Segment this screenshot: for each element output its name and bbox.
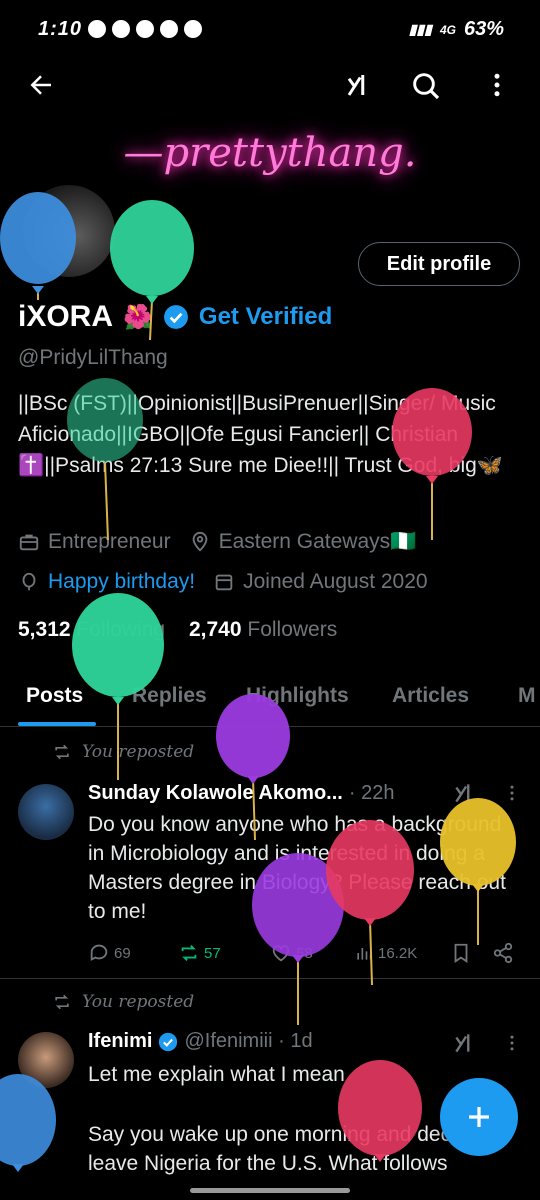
post-author-avatar[interactable]	[18, 784, 74, 840]
grok-icon[interactable]	[452, 1030, 478, 1056]
status-right: ▮▮▮ 4G 63%	[409, 18, 504, 41]
tab-more[interactable]: M	[518, 684, 536, 708]
get-verified-link[interactable]: Get Verified	[199, 303, 332, 331]
followers-count: 2,740	[188, 618, 242, 641]
profile-stats: 5,312 Following 2,740 Followers	[18, 618, 337, 642]
profile-meta-row-1: Entrepreneur Eastern Gateways🇳🇬	[18, 530, 416, 554]
more-options-icon[interactable]	[482, 70, 512, 100]
birthday-balloons-overlay	[0, 192, 516, 1172]
search-icon[interactable]	[410, 70, 442, 102]
birthday-link[interactable]: Happy birthday!	[48, 570, 195, 594]
repost-icon	[55, 994, 69, 1010]
profile-name-row: iXORA 🌺 Get Verified	[18, 300, 332, 334]
post-author-name[interactable]: Ifenimi	[88, 1030, 152, 1053]
tab-posts[interactable]: Posts	[26, 684, 83, 708]
followers-label: Followers	[247, 618, 338, 641]
snapchat-icon	[112, 20, 130, 38]
like-count: 58	[296, 944, 313, 962]
tab-highlights[interactable]: Highlights	[246, 684, 349, 708]
post-handle-timestamp: @Ifenimiii · 1d	[184, 1030, 313, 1052]
profile-location: Eastern Gateways🇳🇬	[218, 530, 417, 553]
notification-icons	[88, 20, 202, 38]
views-button[interactable]: 16.2K	[354, 943, 417, 963]
reply-count: 69	[114, 944, 131, 962]
like-button[interactable]: 58	[270, 942, 313, 964]
battery-level: 63%	[463, 18, 504, 40]
profile-meta-row-2: Happy birthday! Joined August 2020	[18, 570, 428, 594]
profile-name: iXORA	[18, 300, 114, 333]
post-text: Do you know anyone who has a background …	[88, 813, 506, 923]
post-text-line-1: Let me explain what I mean	[88, 1063, 345, 1086]
post-author-avatar[interactable]	[18, 1032, 74, 1088]
following-count: 5,312	[18, 618, 71, 641]
network-type: 4G	[439, 22, 456, 37]
profile-tabs: Posts Replies Highlights Articles M	[0, 670, 540, 727]
location-icon	[192, 531, 207, 552]
profile-joined: Joined August 2020	[243, 570, 428, 593]
compose-post-button[interactable]	[440, 1078, 518, 1156]
profile-banner-text: —prettythang.	[123, 130, 417, 176]
balloon-icon	[22, 572, 36, 591]
profile-topbar	[0, 60, 540, 110]
post-more-icon[interactable]	[502, 1032, 522, 1054]
tab-articles[interactable]: Articles	[392, 684, 469, 708]
bookmark-icon[interactable]	[450, 942, 472, 964]
following-label: Following	[76, 618, 166, 641]
repost-label: You reposted	[82, 992, 195, 1012]
briefcase-icon	[19, 534, 39, 551]
post-more-icon[interactable]	[502, 782, 522, 804]
profile-handle: @PridyLilThang	[18, 346, 168, 369]
views-icon	[357, 948, 372, 960]
repost-icon	[55, 744, 69, 760]
repost-indicator: You reposted	[52, 992, 194, 1012]
repost-indicator: You reposted	[52, 742, 194, 762]
reply-button[interactable]: 69	[88, 942, 131, 964]
grok-icon[interactable]	[344, 70, 374, 100]
verified-badge-icon	[159, 1032, 178, 1051]
verified-badge-icon	[163, 305, 188, 329]
share-icon[interactable]	[492, 942, 514, 964]
repost-icon	[181, 945, 197, 961]
repost-button[interactable]: 57	[178, 942, 221, 964]
followers-link[interactable]: 2,740 Followers	[189, 618, 337, 641]
profile-occupation: Entrepreneur	[48, 530, 171, 553]
back-arrow-icon[interactable]	[26, 70, 56, 100]
post-timestamp: · 22h	[348, 782, 395, 804]
plus-icon	[469, 1107, 489, 1127]
profile-avatar[interactable]	[20, 182, 118, 280]
status-time: 1:10	[38, 18, 83, 40]
repost-label: You reposted	[82, 742, 195, 762]
balloon-blue	[0, 1074, 56, 1172]
edit-profile-button[interactable]: Edit profile	[358, 242, 520, 286]
active-tab-indicator	[18, 722, 96, 726]
heart-icon	[272, 945, 290, 962]
profile-bio: ||BSc (FST)||Opinionist||BusiPrenuer||Si…	[18, 392, 503, 477]
post-actions: 69 57 58 16.2K	[88, 940, 518, 966]
tab-replies[interactable]: Replies	[132, 684, 207, 708]
name-emoji: 🌺	[123, 303, 153, 331]
post-author-name[interactable]: Sunday Kolawole Akomo...	[88, 782, 343, 805]
snapchat-icon	[160, 20, 178, 38]
following-link[interactable]: 5,312 Following	[18, 618, 165, 641]
status-bar: 1:10 ▮▮▮ 4G 63%	[0, 0, 540, 60]
grok-icon[interactable]	[452, 780, 478, 806]
post-header: Sunday Kolawole Akomo... · 22h	[88, 782, 394, 805]
reply-icon	[90, 944, 108, 961]
system-gesture-bar[interactable]	[190, 1188, 350, 1193]
signal-icon: ▮▮▮	[408, 21, 432, 37]
snapchat-icon	[88, 20, 106, 38]
calendar-icon	[215, 574, 233, 591]
view-count: 16.2K	[378, 944, 418, 962]
snapchat-icon	[136, 20, 154, 38]
post-divider	[0, 978, 540, 979]
repost-count: 57	[204, 944, 221, 962]
post-header: Ifenimi @Ifenimiii · 1d	[88, 1030, 313, 1053]
messenger-icon	[184, 20, 202, 38]
